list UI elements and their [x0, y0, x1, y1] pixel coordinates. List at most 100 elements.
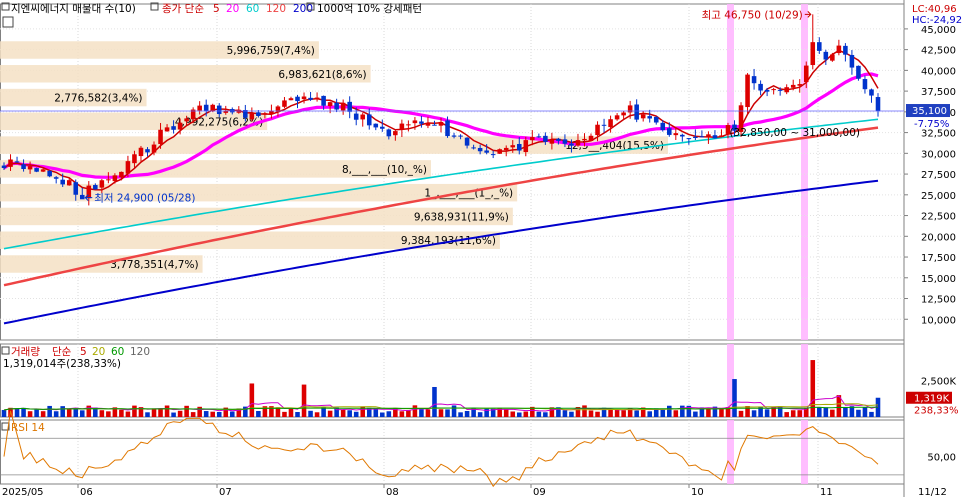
volume-bar [119, 409, 124, 417]
candle-body [393, 131, 398, 136]
candle-body [8, 159, 13, 167]
volume-bar [647, 411, 652, 417]
candle-body [523, 140, 529, 153]
price-tick-label: 10,000 [921, 315, 956, 326]
candle-body [543, 135, 548, 142]
volume-bar [516, 412, 522, 417]
candle-body [699, 136, 705, 138]
volume-bar [751, 410, 757, 417]
candle-body [399, 123, 405, 130]
volume-bar [256, 411, 261, 417]
candle-body [516, 143, 522, 151]
volume-bar [34, 409, 39, 417]
candle-body [184, 118, 189, 122]
candle-body [301, 96, 307, 100]
rsi-tick-label: 50,00 [927, 453, 956, 464]
volume-bar [621, 410, 626, 417]
candle-body [477, 147, 483, 152]
volume-tag-label: 1,319K [914, 394, 950, 405]
change-label: -7.75% [914, 119, 949, 130]
price-tick-label: 20,000 [921, 232, 956, 243]
candle-body [875, 97, 881, 112]
chart-svg: 10,000 12,500 15,000 17,500 20,000 22,500 25,0… [0, 0, 962, 498]
volume-bar [353, 411, 359, 417]
candle-body [158, 129, 163, 145]
price-tick-label: 42,500 [921, 46, 956, 57]
legend-period-120: 120 [266, 3, 286, 15]
candle-body [582, 138, 587, 141]
volume-bar [177, 410, 183, 417]
volume-bar [797, 410, 803, 417]
candle-body [295, 96, 300, 102]
candle-body [693, 136, 698, 139]
volume-bar [203, 411, 209, 417]
stock-chart[interactable]: 10,000 12,500 15,000 17,500 20,000 22,500 25,0… [0, 0, 966, 498]
volume-profile-label: 6,983,621(8,6%) [278, 69, 366, 81]
volume-bar [732, 379, 737, 417]
candle-body [849, 54, 855, 68]
price-tick-label: 25,000 [921, 191, 956, 202]
candle-body [751, 76, 757, 84]
candle-body [425, 123, 431, 126]
volume-bar [282, 411, 287, 417]
candle-body [34, 168, 39, 172]
candle-body [471, 147, 476, 149]
volume-bar [667, 405, 672, 417]
candle-body [575, 140, 581, 146]
candle-body [856, 65, 861, 79]
volume-bar [190, 412, 196, 417]
candle-body [386, 129, 392, 137]
price-tick-label: 27,500 [921, 170, 956, 181]
candle-body [817, 42, 822, 51]
candle-body [777, 89, 783, 91]
volume-bar [843, 406, 848, 417]
high-annotation: 최고 46,750 (10/29) [702, 9, 803, 21]
candle-body [216, 105, 222, 115]
legend-period-60: 60 [246, 3, 259, 15]
volume-bar [784, 412, 789, 417]
volume-bar [314, 412, 320, 417]
candle-body [640, 114, 646, 119]
price-tick-label: 17,500 [921, 253, 956, 264]
volume-menu-icon[interactable] [1, 346, 10, 355]
candle-body [40, 169, 46, 172]
volume-bar [536, 411, 542, 417]
volume-bar [386, 411, 392, 417]
volume-period-20: 20 [92, 346, 105, 358]
candle-body [106, 179, 111, 181]
volume-bar [106, 411, 111, 417]
candle-body [314, 97, 320, 99]
candle-body [719, 135, 724, 138]
price-tick-label: 30,000 [921, 149, 956, 160]
candle-body [203, 104, 209, 111]
volume-bar [693, 411, 698, 417]
highlight-day-band [801, 4, 808, 340]
volume-bar [321, 407, 326, 417]
price-tick-label: 37,500 [921, 87, 956, 98]
volume-bar [764, 409, 770, 417]
volume-bar [399, 411, 405, 417]
grid-icon[interactable] [2, 16, 14, 28]
volume-bar [164, 405, 170, 417]
volume-bar [99, 410, 105, 417]
candle-body [647, 116, 652, 119]
volume-bar [869, 411, 874, 417]
price-tick-label: 45,000 [921, 25, 956, 36]
candle-body [353, 113, 359, 120]
candle-body [680, 134, 685, 137]
candle-body [419, 121, 424, 124]
candle-body [171, 126, 176, 130]
candle-body [843, 45, 848, 55]
volume-bar [216, 411, 222, 417]
price-tick-label: 32,500 [921, 129, 956, 140]
volume-bar [503, 409, 509, 417]
volume-period-5: 5 [80, 346, 87, 358]
candle-body [588, 135, 594, 141]
x-month-label: 10 [691, 487, 704, 497]
candle-body [634, 104, 639, 120]
candle-body [47, 170, 52, 177]
volume-bar [60, 406, 65, 417]
x-month-label: 07 [219, 487, 232, 497]
candle-body [595, 124, 600, 136]
candle-body [549, 139, 555, 144]
